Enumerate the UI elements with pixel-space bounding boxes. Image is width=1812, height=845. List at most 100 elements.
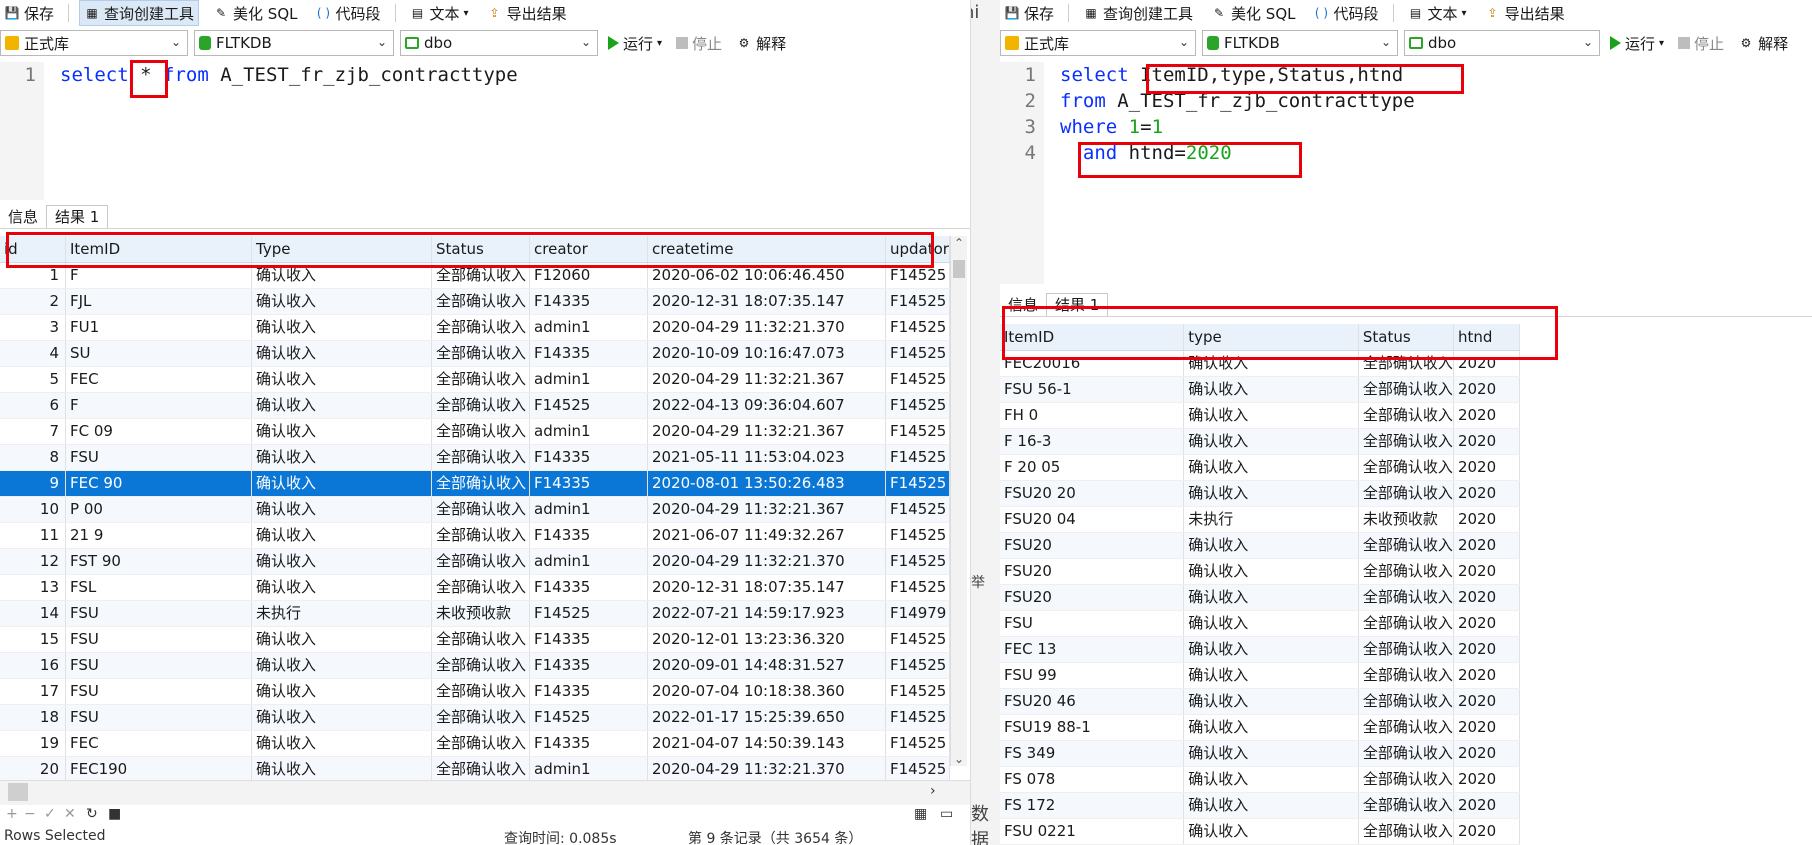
table-row[interactable]: 11 21 9 确认收入 全部确认收入 F14335 2021-06-07 11:49:3…: [0, 523, 950, 549]
table-cell[interactable]: 12: [0, 549, 66, 574]
table-cell[interactable]: F14525: [886, 575, 950, 600]
table-row[interactable]: FSU20 确认收入 全部确认收入 2020: [1000, 585, 1520, 611]
table-row[interactable]: 2 FJL 确认收入 全部确认收入 F14335 2020-12-31 18:07:35.…: [0, 289, 950, 315]
table-cell[interactable]: 8: [0, 445, 66, 470]
table-cell[interactable]: 2020: [1454, 637, 1520, 662]
table-row[interactable]: FS 172 确认收入 全部确认收入 2020: [1000, 793, 1520, 819]
table-cell[interactable]: 2020-12-01 13:23:36.320: [648, 627, 886, 652]
table-cell[interactable]: 确认收入: [1184, 429, 1359, 454]
table-cell[interactable]: FSU19 88-1: [1000, 715, 1185, 740]
table-cell[interactable]: 全部确认收入: [432, 627, 530, 652]
table-cell[interactable]: 全部确认收入: [1359, 481, 1454, 506]
code-area[interactable]: select ItemID,type,Status,htnd from A_TE…: [1060, 62, 1415, 166]
sql-editor[interactable]: 1 2 3 4 select ItemID,type,Status,htnd f…: [1000, 62, 1812, 284]
export-results-button[interactable]: ⇪ 导出结果: [483, 1, 571, 25]
table-cell[interactable]: 全部确认收入: [432, 471, 530, 496]
table-cell[interactable]: 2020-04-29 11:32:21.370: [648, 315, 886, 340]
table-cell[interactable]: 未收预收款: [1359, 507, 1454, 532]
table-cell[interactable]: F14335: [530, 341, 648, 366]
table-cell[interactable]: 确认收入: [1184, 481, 1359, 506]
table-cell[interactable]: 全部确认收入: [1359, 689, 1454, 714]
table-cell[interactable]: 确认收入: [1184, 637, 1359, 662]
table-row[interactable]: 8 FSU 确认收入 全部确认收入 F14335 2021-05-11 11:53:04.…: [0, 445, 950, 471]
table-cell[interactable]: F14335: [530, 679, 648, 704]
table-cell[interactable]: 2020-08-01 13:50:26.483: [648, 471, 886, 496]
table-cell[interactable]: 确认收入: [1184, 819, 1359, 844]
table-cell[interactable]: 2020: [1454, 481, 1520, 506]
table-cell[interactable]: 2020-04-29 11:32:21.370: [648, 757, 886, 782]
table-cell[interactable]: 确认收入: [252, 315, 432, 340]
table-cell[interactable]: F14525: [886, 523, 950, 548]
table-cell[interactable]: 全部确认收入: [1359, 377, 1454, 402]
table-cell[interactable]: F14525: [886, 471, 950, 496]
table-cell[interactable]: FSU: [66, 705, 252, 730]
table-cell[interactable]: 2020: [1454, 585, 1520, 610]
table-row[interactable]: FSU 56-1 确认收入 全部确认收入 2020: [1000, 377, 1520, 403]
table-cell[interactable]: 全部确认收入: [432, 523, 530, 548]
table-cell[interactable]: 7: [0, 419, 66, 444]
table-cell[interactable]: F12060: [530, 263, 648, 288]
table-cell[interactable]: 2020: [1454, 533, 1520, 558]
table-cell[interactable]: 2020: [1454, 507, 1520, 532]
table-cell[interactable]: 2020: [1454, 377, 1520, 402]
table-cell[interactable]: 2020-10-09 10:16:47.073: [648, 341, 886, 366]
column-header[interactable]: Type: [252, 236, 432, 262]
table-cell[interactable]: 全部确认收入: [1359, 559, 1454, 584]
table-cell[interactable]: 2020: [1454, 611, 1520, 636]
table-cell[interactable]: 确认收入: [252, 471, 432, 496]
table-cell[interactable]: 19: [0, 731, 66, 756]
stop-button[interactable]: 停止: [672, 31, 726, 55]
table-row[interactable]: 4 SU 确认收入 全部确认收入 F14335 2020-10-09 10:16:47.0…: [0, 341, 950, 367]
table-cell[interactable]: 2020-12-31 18:07:35.147: [648, 575, 886, 600]
horizontal-scroll-thumb[interactable]: [8, 783, 28, 801]
tab-result-1[interactable]: 结果 1: [46, 205, 109, 228]
connection-select[interactable]: 正式库 ⌄: [1000, 30, 1196, 56]
table-cell[interactable]: 确认收入: [252, 393, 432, 418]
table-cell[interactable]: 全部确认收入: [1359, 663, 1454, 688]
table-cell[interactable]: 确认收入: [1184, 559, 1359, 584]
table-cell[interactable]: 确认收入: [252, 263, 432, 288]
table-cell[interactable]: F14335: [530, 575, 648, 600]
table-cell[interactable]: 17: [0, 679, 66, 704]
table-cell[interactable]: 2020: [1454, 559, 1520, 584]
table-cell[interactable]: 全部确认收入: [432, 731, 530, 756]
explain-button[interactable]: ⚙ 解释: [732, 31, 790, 55]
table-cell[interactable]: 确认收入: [252, 549, 432, 574]
table-cell[interactable]: 确认收入: [252, 523, 432, 548]
table-row[interactable]: FSU 确认收入 全部确认收入 2020: [1000, 611, 1520, 637]
table-cell[interactable]: admin1: [530, 757, 648, 782]
table-cell[interactable]: 18: [0, 705, 66, 730]
table-cell[interactable]: 全部确认收入: [1359, 351, 1454, 376]
grid-view-icon[interactable]: ▦: [914, 806, 927, 822]
table-cell[interactable]: 11: [0, 523, 66, 548]
table-cell[interactable]: F14525: [886, 315, 950, 340]
table-cell[interactable]: 全部确认收入: [432, 679, 530, 704]
table-cell[interactable]: FSU: [66, 679, 252, 704]
table-cell[interactable]: FEC 13: [1000, 637, 1185, 662]
table-cell[interactable]: 2020: [1454, 351, 1520, 376]
beautify-sql-button[interactable]: ✎ 美化 SQL: [1207, 1, 1299, 25]
table-cell[interactable]: 2021-05-11 11:53:04.023: [648, 445, 886, 470]
table-cell[interactable]: 确认收入: [252, 289, 432, 314]
table-cell[interactable]: F14525: [886, 731, 950, 756]
table-row[interactable]: 10 P 00 确认收入 全部确认收入 admin1 2020-04-29 11:32:2…: [0, 497, 950, 523]
table-cell[interactable]: F14335: [530, 471, 648, 496]
table-cell[interactable]: F: [66, 263, 252, 288]
table-cell[interactable]: F14525: [530, 705, 648, 730]
table-cell[interactable]: 未执行: [252, 601, 432, 626]
save-button[interactable]: 💾 保存: [0, 1, 58, 25]
table-cell[interactable]: FC 09: [66, 419, 252, 444]
table-row[interactable]: 7 FC 09 确认收入 全部确认收入 admin1 2020-04-29 11:32:2…: [0, 419, 950, 445]
table-cell[interactable]: FSU20: [1000, 585, 1185, 610]
table-cell[interactable]: 全部确认收入: [432, 315, 530, 340]
table-cell[interactable]: 15: [0, 627, 66, 652]
table-cell[interactable]: 2020-06-02 10:06:46.450: [648, 263, 886, 288]
table-cell[interactable]: 2020-04-29 11:32:21.367: [648, 497, 886, 522]
column-header[interactable]: ItemID: [1000, 324, 1185, 350]
export-results-button[interactable]: ⇪ 导出结果: [1481, 1, 1569, 25]
table-cell[interactable]: F14525: [886, 263, 950, 288]
table-cell[interactable]: F14525: [886, 289, 950, 314]
snippet-button[interactable]: ( ) 代码段: [312, 1, 385, 25]
table-cell[interactable]: F 20 05: [1000, 455, 1185, 480]
table-cell[interactable]: 未执行: [1184, 507, 1359, 532]
